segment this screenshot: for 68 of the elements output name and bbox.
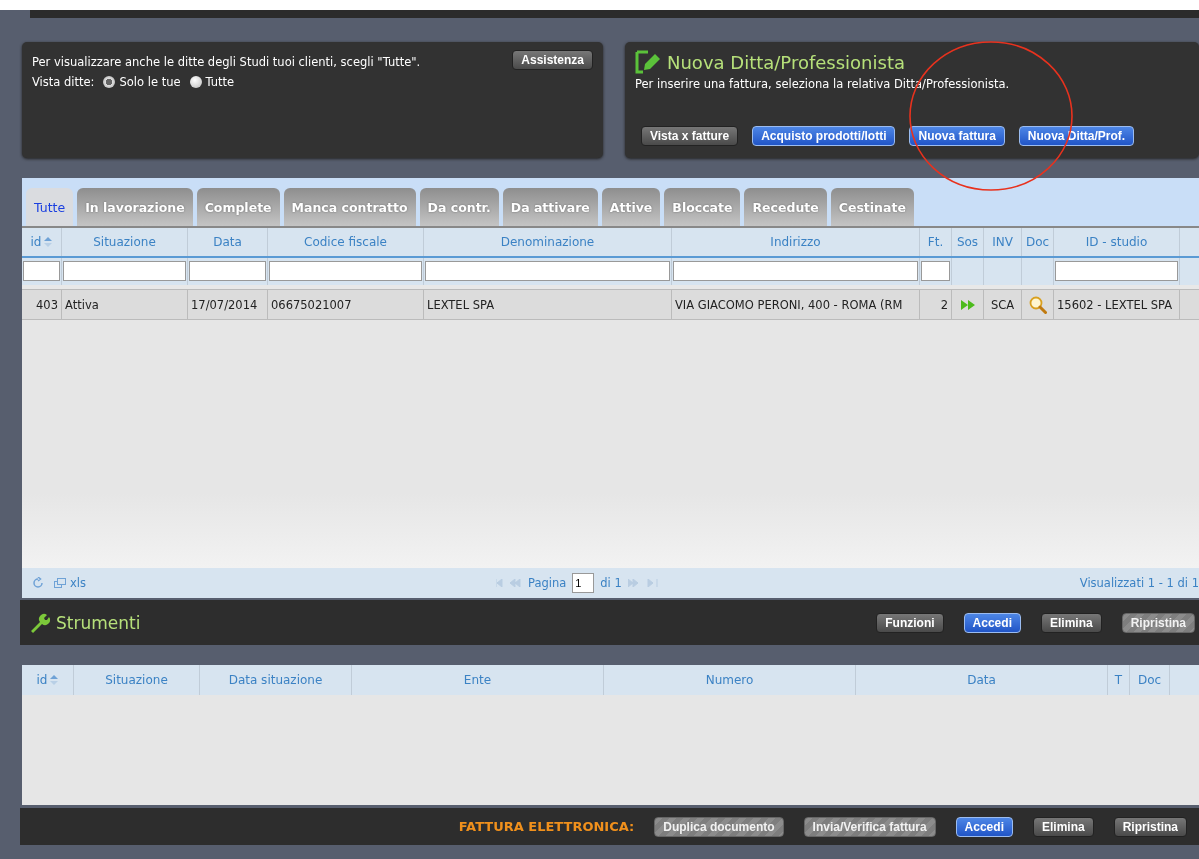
action-button[interactable]: Acquisto prodotti/lotti xyxy=(752,126,896,146)
page-field[interactable]: 1 xyxy=(572,573,595,593)
status-tab[interactable]: Da attivare xyxy=(502,188,598,226)
column-header[interactable]: id xyxy=(22,228,62,256)
page-total: di 1 xyxy=(600,576,622,590)
tools-title: Strumenti xyxy=(56,612,141,633)
panel-title: Nuova Ditta/Professionista xyxy=(667,51,905,73)
table-cell: 06675021007 xyxy=(268,290,424,319)
windows-icon[interactable] xyxy=(54,578,66,588)
action-button[interactable]: Funzioni xyxy=(876,612,944,633)
table-cell: 15602 - LEXTEL SPA xyxy=(1054,290,1180,319)
status-tab[interactable]: Attive xyxy=(601,188,661,226)
status-tab[interactable]: Cestinate xyxy=(830,188,914,226)
table-cell: 2 xyxy=(920,290,952,319)
column-header[interactable]: Data xyxy=(188,228,268,256)
column-header[interactable]: Sos xyxy=(952,228,984,256)
column-header[interactable]: T xyxy=(1108,665,1130,695)
table-cell: SCA xyxy=(984,290,1022,319)
table-cell: LEXTEL SPA xyxy=(424,290,672,319)
e-invoice-label: FATTURA ELETTRONICA: xyxy=(458,819,635,834)
table-cell: 17/07/2014 xyxy=(188,290,268,319)
action-button[interactable]: Vista x fatture xyxy=(641,126,739,146)
page-label: Pagina xyxy=(528,576,567,590)
column-header[interactable]: Ft. xyxy=(920,228,952,256)
status-tab[interactable]: Manca contratto xyxy=(283,188,416,226)
table-cell: VIA GIACOMO PERONI, 400 - ROMA (RM xyxy=(672,290,920,319)
column-header[interactable]: Situazione xyxy=(62,228,188,256)
column-header[interactable]: Doc xyxy=(1130,665,1170,695)
column-header[interactable]: Data xyxy=(856,665,1108,695)
status-tab[interactable]: Complete xyxy=(196,188,280,226)
action-button[interactable]: Ripristina xyxy=(1113,816,1187,837)
action-button[interactable]: Accedi xyxy=(963,612,1021,633)
action-button[interactable]: Accedi xyxy=(955,816,1013,837)
column-header[interactable]: Indirizzo xyxy=(672,228,920,256)
column-header[interactable]: Data situazione xyxy=(200,665,352,695)
forward-icon[interactable] xyxy=(960,299,975,310)
status-tab[interactable]: Da contr. xyxy=(419,188,499,226)
status-tab[interactable]: Bloccate xyxy=(664,188,741,226)
info-text: Per visualizzare anche le ditte degli Studi tuoi clienti, scegli "Tutte". xyxy=(32,54,421,71)
column-header[interactable]: Numero xyxy=(604,665,856,695)
edit-document-icon xyxy=(635,50,661,74)
sort-icon xyxy=(50,674,59,686)
sort-icon xyxy=(44,236,53,248)
export-link[interactable]: xls xyxy=(70,576,86,590)
table-cell: Attiva xyxy=(62,290,188,319)
refresh-icon[interactable] xyxy=(32,577,44,589)
radio-option[interactable]: Tutte xyxy=(189,75,235,89)
column-header[interactable]: id xyxy=(22,665,74,695)
assist-button[interactable]: Assistenza xyxy=(512,50,593,70)
column-header[interactable]: Codice fiscale xyxy=(268,228,424,256)
column-header[interactable]: ID - studio xyxy=(1054,228,1180,256)
search-icon[interactable] xyxy=(1028,295,1047,314)
action-button[interactable]: Nuova Ditta/Prof. xyxy=(1018,126,1135,146)
table-cell: 403 xyxy=(22,290,62,319)
view-label: Vista ditte: xyxy=(32,74,95,91)
column-header[interactable]: INV xyxy=(984,228,1022,256)
status-tab[interactable]: Tutte xyxy=(26,188,74,226)
radio-option[interactable]: Solo le tue xyxy=(103,75,181,89)
action-button[interactable]: Elimina xyxy=(1040,612,1102,633)
column-header[interactable]: Ente xyxy=(352,665,604,695)
status-tab[interactable]: Recedute xyxy=(744,188,827,226)
action-button[interactable]: Nuova fattura xyxy=(909,126,1005,146)
action-button[interactable]: Elimina xyxy=(1032,816,1094,837)
status-tab[interactable]: In lavorazione xyxy=(77,188,193,226)
column-header[interactable]: Situazione xyxy=(74,665,200,695)
column-header[interactable]: Doc xyxy=(1022,228,1054,256)
records-status: Visualizzati 1 - 1 di 1 xyxy=(1079,576,1199,590)
column-header[interactable]: Denominazione xyxy=(424,228,672,256)
